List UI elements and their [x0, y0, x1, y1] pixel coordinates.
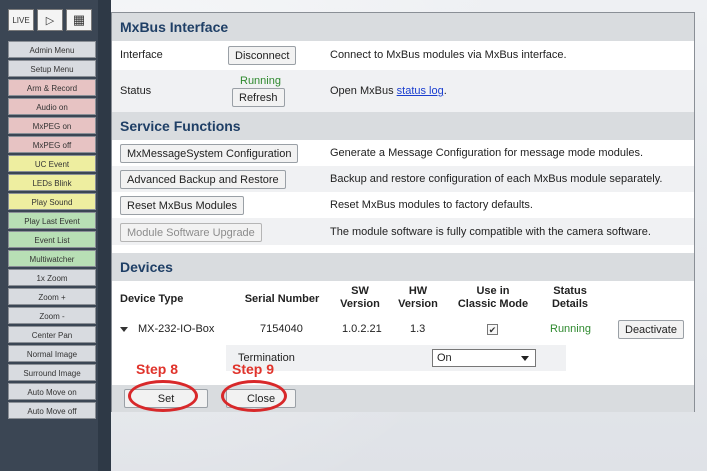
- live-icon[interactable]: LIVE: [8, 9, 34, 31]
- mxmessagesystem-configuration-button[interactable]: MxMessageSystem Configuration: [120, 144, 299, 163]
- column-classic-line1: Use in: [476, 285, 510, 297]
- column-device-type: Device Type: [120, 293, 184, 305]
- sidebar-menu: Admin Menu Setup Menu Arm & Record Audio on…: [8, 41, 96, 421]
- step-9-annotation: Step 9: [232, 361, 275, 377]
- sidebar-item-multiwatcher[interactable]: Multiwatcher: [8, 250, 96, 267]
- dialog-footer: Set Close: [112, 385, 694, 412]
- devices-table-header: Device Type Serial Number SW Version HW Ve…: [112, 281, 694, 315]
- service-row: Advanced Backup and Restore Backup and r…: [112, 166, 694, 192]
- section-title-devices: Devices: [112, 253, 694, 281]
- chevron-down-icon: [521, 356, 529, 361]
- set-button-highlight-ring: [128, 380, 198, 412]
- status-value: Running: [240, 75, 281, 87]
- termination-select[interactable]: On: [432, 349, 536, 367]
- mxbus-dialog: MxBus Interface Interface Disconnect Con…: [111, 12, 695, 412]
- expand-chevron-icon[interactable]: [120, 327, 128, 332]
- device-row[interactable]: MX-232-IO-Box 7154040 1.0.2.21 1.3 ✔ Run…: [112, 315, 694, 343]
- refresh-button[interactable]: Refresh: [232, 88, 285, 107]
- section-title-mxbus-interface: MxBus Interface: [112, 13, 694, 41]
- interface-label: Interface: [120, 49, 163, 61]
- column-status-line1: Status: [553, 285, 587, 297]
- column-classic-line2: Classic Mode: [457, 298, 529, 310]
- sidebar-item-auto-move-on[interactable]: Auto Move on: [8, 383, 96, 400]
- sidebar-item-zoom[interactable]: Zoom +: [8, 288, 96, 305]
- status-description: Open MxBus status log.: [330, 85, 447, 97]
- sidebar-item-play-last-event[interactable]: Play Last Event: [8, 212, 96, 229]
- sidebar-item-1x-zoom[interactable]: 1x Zoom: [8, 269, 96, 286]
- column-serial-number: Serial Number: [244, 293, 320, 305]
- service-description: Backup and restore configuration of each…: [330, 173, 663, 185]
- status-desc-prefix: Open MxBus: [330, 85, 397, 97]
- sidebar-item-surround-image[interactable]: Surround Image: [8, 364, 96, 381]
- interface-row: Interface Disconnect Connect to MxBus mo…: [112, 41, 694, 70]
- sidebar-item-mxpeg-on[interactable]: MxPEG on: [8, 117, 96, 134]
- sidebar-item-event-list[interactable]: Event List: [8, 231, 96, 248]
- sidebar-item-leds-blink[interactable]: LEDs Blink: [8, 174, 96, 191]
- sidebar-item-auto-move-off[interactable]: Auto Move off: [8, 402, 96, 419]
- column-status-details: Status Details: [546, 285, 594, 311]
- sidebar-item-zoom[interactable]: Zoom -: [8, 307, 96, 324]
- sidebar-item-normal-image[interactable]: Normal Image: [8, 345, 96, 362]
- device-hw-version: 1.3: [410, 323, 426, 335]
- device-serial: 7154040: [260, 323, 303, 335]
- module-software-upgrade-button: Module Software Upgrade: [120, 223, 262, 242]
- section-title-service-functions: Service Functions: [112, 112, 694, 140]
- service-description: Generate a Message Configuration for mes…: [330, 147, 644, 159]
- column-hw-line1: HW: [408, 285, 428, 297]
- sidebar-top-toolbar: LIVE ▷ ▦: [8, 9, 92, 31]
- interface-description: Connect to MxBus modules via MxBus inter…: [330, 49, 567, 61]
- column-hw-version: HW Version: [397, 285, 439, 311]
- termination-row: Termination On: [112, 345, 694, 373]
- sidebar-item-admin-menu[interactable]: Admin Menu: [8, 41, 96, 58]
- service-row: Module Software Upgrade The module softw…: [112, 218, 694, 245]
- sidebar-divider: [98, 0, 111, 471]
- grid-icon[interactable]: ▦: [66, 9, 92, 31]
- disconnect-button[interactable]: Disconnect: [228, 46, 297, 65]
- service-row: MxMessageSystem Configuration Generate a…: [112, 140, 694, 166]
- status-desc-suffix: .: [443, 85, 447, 97]
- sidebar-item-mxpeg-off[interactable]: MxPEG off: [8, 136, 96, 153]
- status-log-link[interactable]: status log: [397, 85, 444, 97]
- step-8-annotation: Step 8: [136, 361, 179, 377]
- status-row: Status Running Refresh Open MxBus status…: [112, 70, 694, 112]
- deactivate-button[interactable]: Deactivate: [618, 320, 684, 339]
- advanced-backup-restore-button[interactable]: Advanced Backup and Restore: [120, 170, 286, 189]
- play-icon[interactable]: ▷: [37, 9, 63, 31]
- sidebar-item-arm-record[interactable]: Arm & Record: [8, 79, 96, 96]
- close-button-highlight-ring: [221, 380, 287, 412]
- column-use-in-classic-mode: Use in Classic Mode: [455, 285, 531, 311]
- column-sw-line1: SW: [351, 285, 369, 297]
- device-type: MX-232-IO-Box: [138, 323, 215, 335]
- device-status: Running: [550, 323, 591, 335]
- sidebar-item-setup-menu[interactable]: Setup Menu: [8, 60, 96, 77]
- service-description: The module software is fully compatible …: [330, 226, 651, 238]
- sidebar-item-center-pan[interactable]: Center Pan: [8, 326, 96, 343]
- column-status-line2: Details: [551, 298, 589, 310]
- sidebar-item-audio-on[interactable]: Audio on: [8, 98, 96, 115]
- device-sw-version: 1.0.2.21: [342, 323, 382, 335]
- sidebar-item-uc-event[interactable]: UC Event: [8, 155, 96, 172]
- classic-mode-checkbox[interactable]: ✔: [487, 324, 498, 335]
- column-sw-version: SW Version: [340, 285, 380, 311]
- sidebar-item-play-sound[interactable]: Play Sound: [8, 193, 96, 210]
- service-row: Reset MxBus Modules Reset MxBus modules …: [112, 192, 694, 218]
- service-description: Reset MxBus modules to factory defaults.: [330, 199, 533, 211]
- column-sw-line2: Version: [340, 298, 380, 310]
- termination-select-value: On: [437, 352, 452, 364]
- reset-mxbus-modules-button[interactable]: Reset MxBus Modules: [120, 196, 245, 215]
- sidebar: LIVE ▷ ▦ Admin Menu Setup Menu Arm & Recor…: [0, 0, 108, 471]
- status-label: Status: [120, 85, 152, 97]
- column-hw-line2: Version: [398, 298, 438, 310]
